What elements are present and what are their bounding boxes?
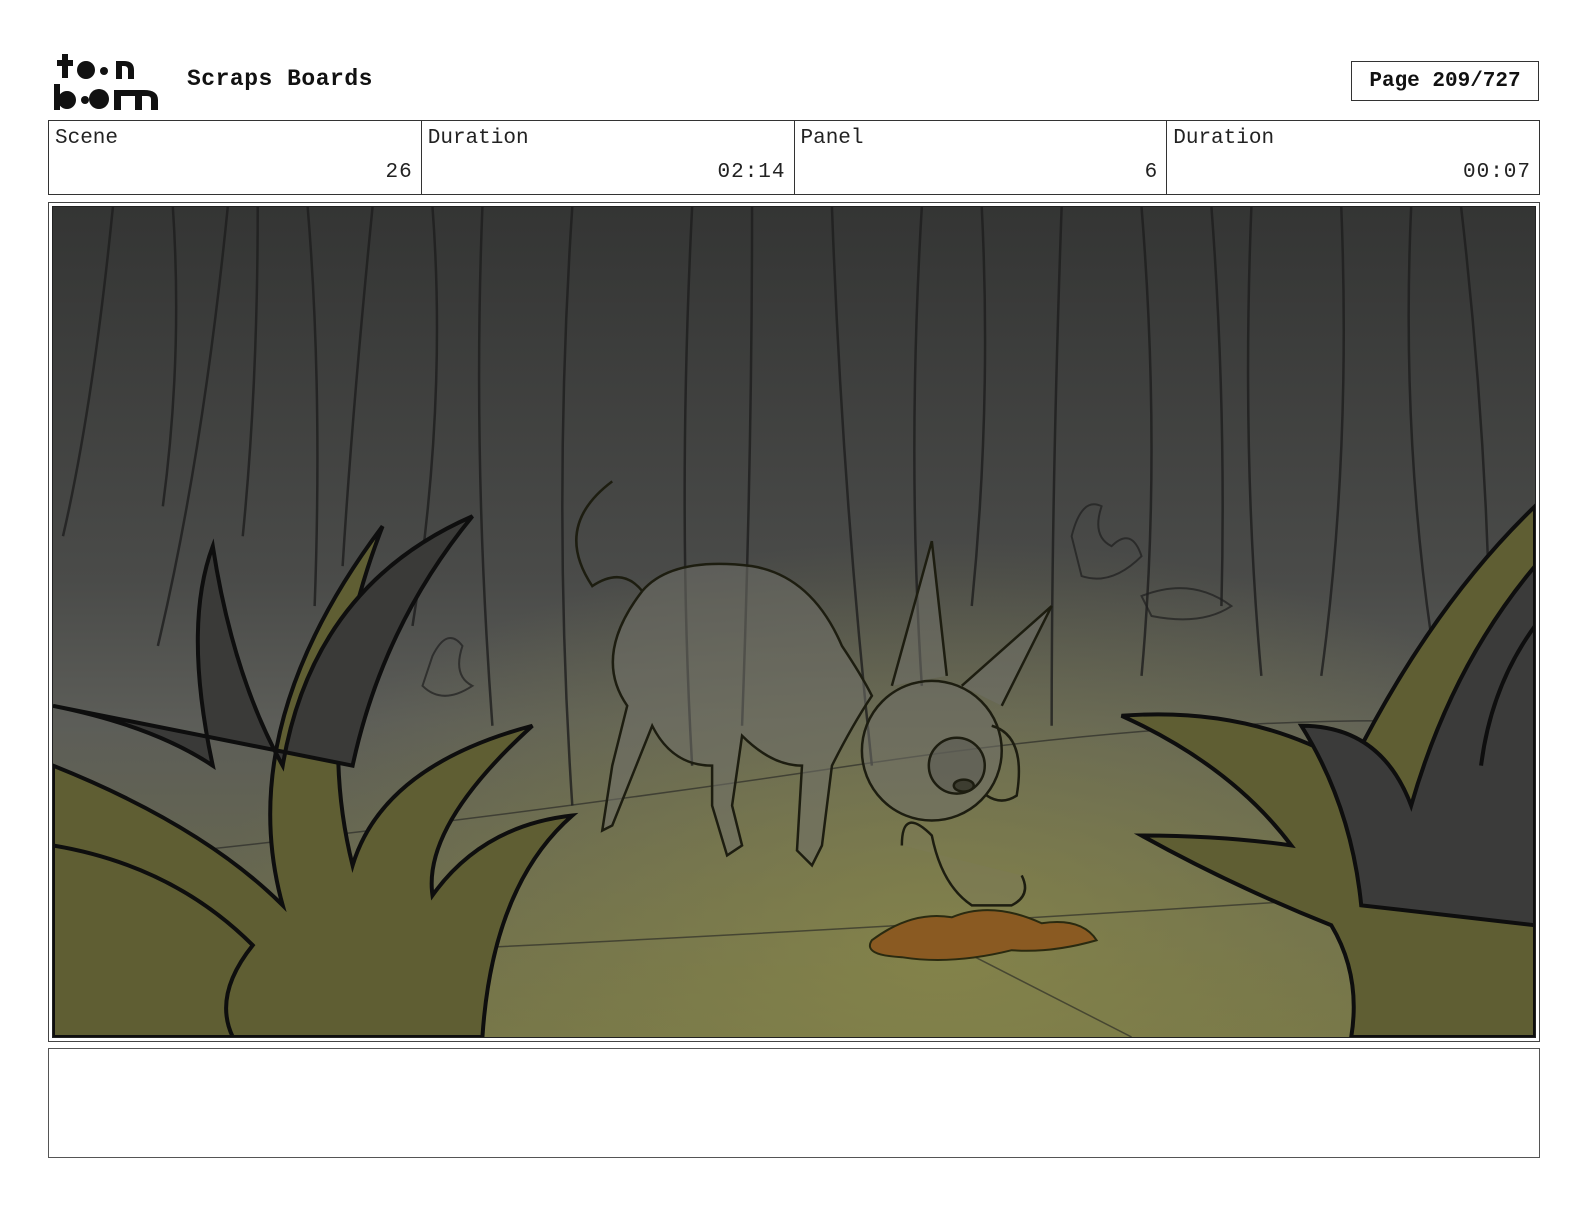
storyboard-panel-image	[52, 206, 1536, 1038]
panel-cell: Panel 6	[795, 121, 1168, 194]
scene-duration-value: 02:14	[717, 161, 786, 184]
scene-value: 26	[385, 161, 413, 184]
page-number: Page 209/727	[1351, 61, 1539, 101]
panel-value: 6	[1144, 161, 1159, 184]
scene-info-table: Scene 26 Duration 02:14 Panel 6 Duration…	[48, 120, 1540, 195]
scene-cell: Scene 26	[49, 121, 422, 194]
panel-duration-value: 00:07	[1462, 161, 1531, 184]
toonboom-logo	[54, 54, 158, 110]
document-title: Scraps Boards	[187, 66, 373, 92]
scene-duration-cell: Duration 02:14	[422, 121, 795, 194]
panel-label: Panel	[800, 127, 864, 150]
scene-duration-label: Duration	[427, 127, 529, 150]
panel-duration-cell: Duration 00:07	[1167, 121, 1539, 194]
panel-duration-label: Duration	[1173, 127, 1275, 150]
panel-notes-box	[48, 1048, 1540, 1158]
scene-label: Scene	[55, 127, 119, 150]
